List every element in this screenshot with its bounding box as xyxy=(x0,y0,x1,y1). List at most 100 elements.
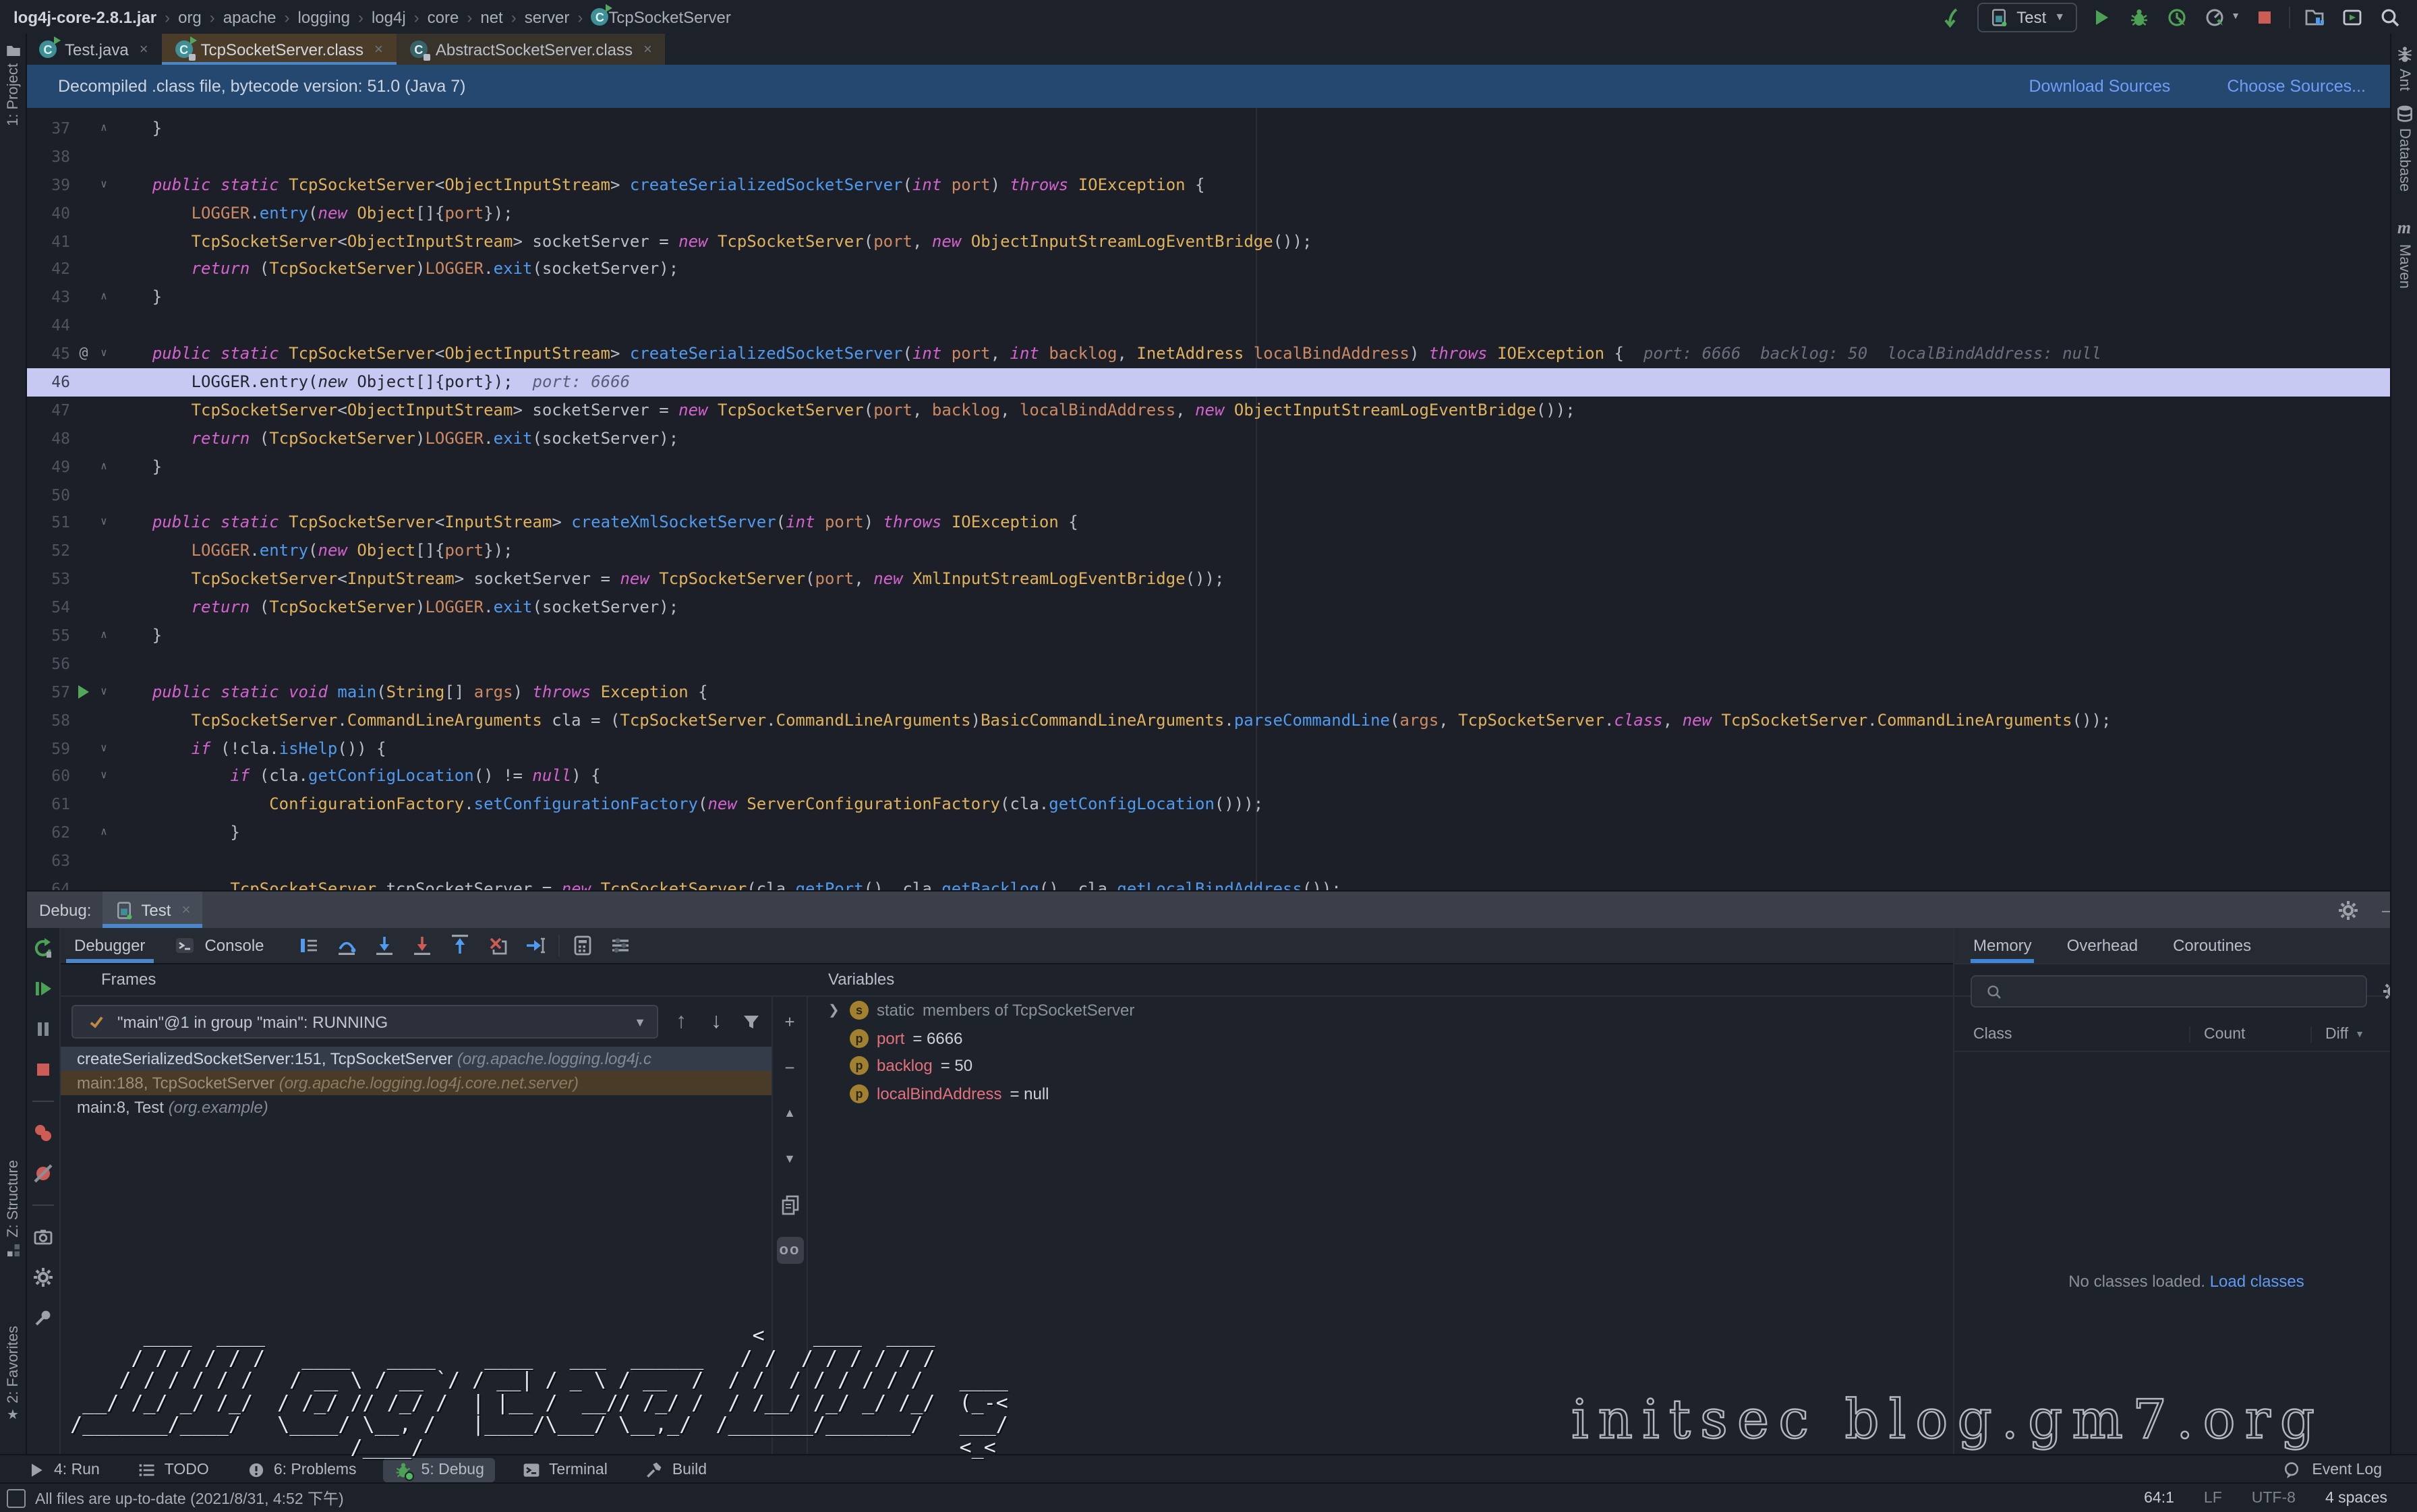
breadcrumb-item[interactable]: logging xyxy=(298,7,350,26)
line-number[interactable]: 46 xyxy=(26,368,70,397)
editor-gutter[interactable]: 46 xyxy=(26,368,113,397)
editor-gutter[interactable]: 54 xyxy=(26,593,113,622)
copy-button[interactable] xyxy=(776,1191,803,1218)
code-line[interactable]: 42 return (TcpSocketServer)LOGGER.exit(s… xyxy=(26,256,2417,284)
line-number[interactable]: 63 xyxy=(26,847,70,875)
editor-gutter[interactable]: 50 xyxy=(26,481,113,509)
step-into-button[interactable] xyxy=(372,933,397,958)
memory-tab-coroutines[interactable]: Coroutines xyxy=(2173,928,2251,963)
fold-icon[interactable]: ∧ xyxy=(96,453,112,481)
editor-gutter[interactable]: 64 xyxy=(26,875,113,890)
editor-tab[interactable]: CAbstractSocketServer.class× xyxy=(397,34,666,65)
code-line[interactable]: 58 TcpSocketServer.CommandLineArguments … xyxy=(26,706,2417,734)
breadcrumb-item[interactable]: TcpSocketServer xyxy=(608,7,730,26)
editor-gutter[interactable]: 43∧ xyxy=(26,284,113,312)
thread-dump-button[interactable] xyxy=(30,1225,55,1249)
code-line[interactable]: 55∧ } xyxy=(26,622,2417,650)
line-number[interactable]: 53 xyxy=(26,566,70,594)
editor-gutter[interactable]: 57∨ xyxy=(26,678,113,707)
run-line-icon[interactable] xyxy=(74,678,93,708)
project-structure-button[interactable] xyxy=(2301,3,2328,30)
code-line[interactable]: 52 LOGGER.entry(new Object[]{port}); xyxy=(26,537,2417,566)
debug-settings-button[interactable] xyxy=(30,1265,55,1289)
variable-row[interactable]: ❯sstatic members of TcpSocketServer xyxy=(809,997,1953,1024)
stack-frame-row[interactable]: createSerializedSocketServer:151, TcpSoc… xyxy=(61,1047,771,1071)
editor-gutter[interactable]: 49∧ xyxy=(26,453,113,481)
line-number[interactable]: 64 xyxy=(26,875,70,890)
run-to-cursor-button[interactable] xyxy=(523,933,548,958)
line-number[interactable]: 59 xyxy=(26,734,70,763)
editor-gutter[interactable]: 42 xyxy=(26,256,113,284)
line-number[interactable]: 44 xyxy=(26,312,70,340)
fold-icon[interactable]: ∧ xyxy=(96,284,112,312)
fold-icon[interactable]: ∧ xyxy=(96,819,112,848)
mute-breakpoints-button[interactable] xyxy=(30,1161,55,1186)
editor-gutter[interactable]: 62∧ xyxy=(26,819,113,848)
step-over-button[interactable] xyxy=(334,933,359,958)
sidebar-item-maven[interactable]: mMaven xyxy=(2391,217,2417,289)
column-header-class[interactable]: Class xyxy=(1954,1026,2189,1043)
stack-frame-row[interactable]: main:188, TcpSocketServer (org.apache.lo… xyxy=(61,1071,771,1095)
line-number[interactable]: 47 xyxy=(26,397,70,425)
toolwindow-button-run[interactable]: 4: Run xyxy=(16,1457,111,1482)
stack-frame-row[interactable]: main:8, Test (org.example) xyxy=(61,1095,771,1120)
variable-row[interactable]: plocalBindAddress = null xyxy=(809,1080,1953,1107)
line-number[interactable]: 61 xyxy=(26,791,70,819)
move-down-button[interactable]: ▼ xyxy=(776,1145,803,1172)
code-line[interactable]: 56 xyxy=(26,650,2417,678)
code-line[interactable]: 37∧ } xyxy=(26,115,2417,143)
breadcrumb-item[interactable]: apache xyxy=(223,7,276,26)
gear-icon[interactable] xyxy=(2336,898,2360,922)
close-icon[interactable]: × xyxy=(140,41,148,57)
editor-gutter[interactable]: 44 xyxy=(26,312,113,340)
editor-gutter[interactable]: 47 xyxy=(26,397,113,425)
editor-gutter[interactable]: 55 ∧ xyxy=(26,622,113,650)
editor-tab[interactable]: CTest.java× xyxy=(26,34,162,65)
sidebar-item-database[interactable]: Database xyxy=(2391,104,2417,192)
view-breakpoints-button[interactable] xyxy=(30,1121,55,1145)
force-step-into-button[interactable] xyxy=(410,933,434,958)
editor-tab[interactable]: CTcpSocketServer.class× xyxy=(162,34,397,65)
pin-button[interactable] xyxy=(30,1306,55,1330)
run-anything-button[interactable] xyxy=(2339,3,2366,30)
close-icon[interactable]: × xyxy=(643,41,652,57)
filter-icon[interactable] xyxy=(739,1010,763,1034)
sidebar-item-project[interactable]: 1: Project xyxy=(0,42,26,126)
code-line[interactable]: 51∨ public static TcpSocketServer<InputS… xyxy=(26,509,2417,537)
fold-icon[interactable]: ∧ xyxy=(96,622,112,650)
line-number[interactable]: 39 xyxy=(26,171,70,200)
line-number[interactable]: 41 xyxy=(26,227,70,256)
line-number[interactable]: 37 xyxy=(26,115,70,143)
layout-settings-button[interactable] xyxy=(608,933,633,958)
column-header-count[interactable]: Count xyxy=(2189,1026,2310,1043)
code-line[interactable]: 60∨ if (cla.getConfigLocation() != null)… xyxy=(26,763,2417,791)
resume-button[interactable] xyxy=(30,977,55,1001)
step-out-button[interactable] xyxy=(448,933,472,958)
banner-link[interactable]: Choose Sources... xyxy=(2227,77,2366,96)
toolwindow-button-debug[interactable]: 5: Debug xyxy=(384,1457,495,1482)
line-number[interactable]: 42 xyxy=(26,256,70,284)
fold-icon[interactable]: ∧ xyxy=(96,115,112,143)
line-number[interactable]: 56 xyxy=(26,650,70,678)
breadcrumb-item[interactable]: log4j-core-2.8.1.jar xyxy=(13,7,156,26)
breadcrumb-item[interactable]: org xyxy=(178,7,202,26)
toolwindow-button-problems[interactable]: 6: Problems xyxy=(236,1457,368,1482)
breadcrumb-item[interactable]: net xyxy=(480,7,502,26)
pause-button[interactable] xyxy=(30,1017,55,1041)
stop-button[interactable] xyxy=(2251,3,2278,30)
expand-chevron-icon[interactable]: ❯ xyxy=(828,1004,842,1018)
drop-frame-button[interactable] xyxy=(486,933,510,958)
memory-search-input[interactable] xyxy=(1971,975,2367,1008)
code-line[interactable]: 53 TcpSocketServer<InputStream> socketSe… xyxy=(26,566,2417,594)
variable-row[interactable]: pbacklog = 50 xyxy=(809,1052,1953,1080)
fold-icon[interactable]: ∨ xyxy=(96,734,112,763)
event-log-button[interactable]: Event Log xyxy=(2279,1457,2417,1482)
close-icon[interactable]: × xyxy=(374,41,383,57)
fold-icon[interactable]: ∨ xyxy=(96,509,112,537)
line-number[interactable]: 54 xyxy=(26,593,70,622)
breadcrumb-item[interactable]: core xyxy=(428,7,459,26)
line-number[interactable]: 55 xyxy=(26,622,70,650)
editor-gutter[interactable]: 37 ∧ xyxy=(26,115,113,143)
editor-gutter[interactable]: 48 xyxy=(26,425,113,453)
line-number[interactable]: 38 xyxy=(26,143,70,171)
